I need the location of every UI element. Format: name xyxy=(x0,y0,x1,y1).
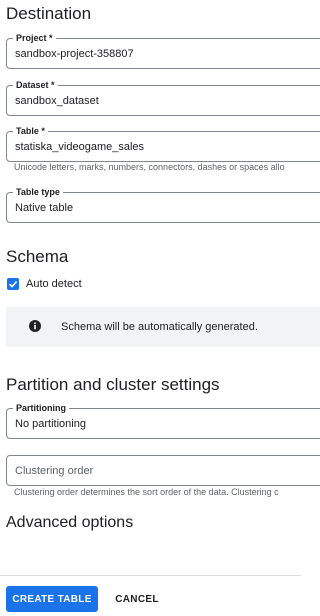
clustering-order-hint: Clustering order determines the sort ord… xyxy=(14,487,279,497)
create-table-button[interactable]: CREATE TABLE xyxy=(6,586,98,612)
dataset-label: Dataset * xyxy=(13,79,58,91)
destination-heading: Destination xyxy=(6,4,92,23)
auto-detect-label: Auto detect xyxy=(26,278,82,290)
dataset-field[interactable]: Dataset * sandbox_dataset xyxy=(6,79,320,116)
schema-info-text: Schema will be automatically generated. xyxy=(61,321,258,333)
table-type-select[interactable]: Table type Native table xyxy=(6,186,320,223)
schema-info-banner: Schema will be automatically generated. xyxy=(6,307,320,347)
table-type-value: Native table xyxy=(15,202,74,214)
partitioning-select[interactable]: Partitioning No partitioning xyxy=(6,402,320,439)
clustering-order-placeholder: Clustering order xyxy=(15,465,94,477)
advanced-options-heading[interactable]: Advanced options xyxy=(6,514,133,532)
project-label: Project * xyxy=(13,32,56,44)
project-value: sandbox-project-358807 xyxy=(15,48,134,60)
info-icon xyxy=(29,320,41,332)
partitioning-label: Partitioning xyxy=(13,402,69,414)
table-label: Table * xyxy=(13,125,48,137)
table-value: statiska_videogame_sales xyxy=(15,141,145,153)
clustering-order-input[interactable]: Clustering order xyxy=(6,455,320,486)
partition-cluster-heading: Partition and cluster settings xyxy=(6,375,220,394)
project-field[interactable]: Project * sandbox-project-358807 xyxy=(6,32,320,69)
cancel-button[interactable]: CANCEL xyxy=(106,586,168,612)
checkmark-icon xyxy=(8,281,18,288)
dataset-value: sandbox_dataset xyxy=(15,95,99,107)
action-bar-divider xyxy=(0,575,301,576)
table-name-hint: Unicode letters, marks, numbers, connect… xyxy=(14,162,285,172)
table-type-label: Table type xyxy=(13,186,63,198)
partitioning-value: No partitioning xyxy=(15,418,86,430)
auto-detect-checkbox[interactable] xyxy=(7,278,19,290)
schema-heading: Schema xyxy=(6,247,69,266)
table-name-input[interactable]: Table * statiska_videogame_sales xyxy=(6,125,320,162)
